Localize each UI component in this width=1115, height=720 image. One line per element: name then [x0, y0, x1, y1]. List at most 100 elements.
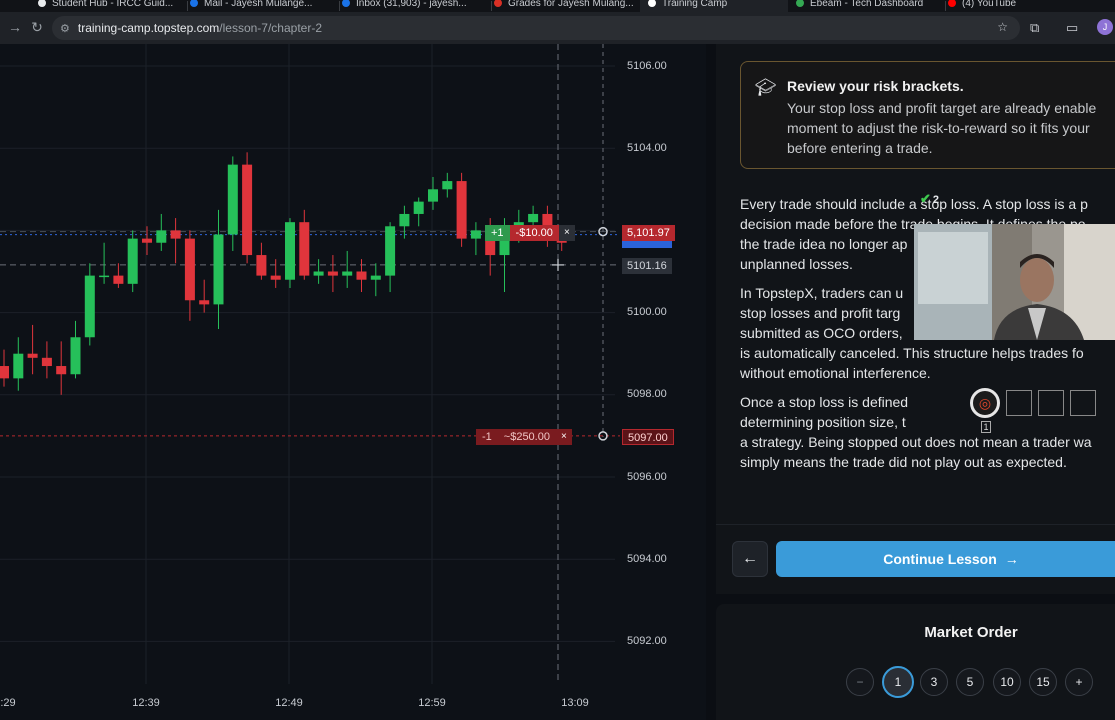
time-tick: 12:39	[132, 697, 160, 709]
tab-favicon-icon	[38, 0, 46, 7]
tab-youtube[interactable]: (4) YouTube	[948, 0, 1068, 12]
decrease-qty-button[interactable]: −	[846, 668, 874, 696]
forward-icon[interactable]: →	[4, 19, 26, 35]
qty-option-10[interactable]: 10	[993, 668, 1021, 696]
address-bar[interactable]: ⚙ training-camp.topstep.com/lesson-7/cha…	[52, 16, 1020, 40]
back-button[interactable]: ←	[732, 541, 768, 577]
candle-body	[356, 271, 367, 280]
candle-body	[142, 238, 152, 243]
chart-canvas[interactable]	[0, 44, 706, 720]
market-order-title: Market Order	[924, 624, 1018, 641]
candle-body	[99, 275, 110, 278]
badge-number: 1	[981, 421, 991, 433]
crosshair-price-label: 5101.16	[622, 258, 672, 274]
bid-price-label	[622, 241, 672, 248]
webcam-overlay	[914, 224, 1115, 340]
graduation-cap-icon: 🎓︎	[755, 78, 777, 97]
badge-slot	[1070, 390, 1096, 416]
price-tick: 5092.00	[627, 635, 667, 647]
qty-option-15[interactable]: 15	[1029, 668, 1057, 696]
candle-body	[256, 255, 267, 276]
candle-body	[370, 275, 381, 280]
profit-target-order[interactable]: +1 -$10.00 ×	[485, 225, 575, 241]
candle-body	[285, 222, 295, 280]
badge-leaf-icon: ✔	[920, 191, 931, 206]
site-info-icon[interactable]: ⚙	[60, 22, 70, 35]
cancel-order-button[interactable]: ×	[558, 225, 575, 241]
arrow-left-icon: ←	[742, 550, 758, 567]
extensions-icon[interactable]: ⧉	[1030, 20, 1039, 36]
candle-body	[299, 222, 310, 276]
qty-option-5[interactable]: 5	[956, 668, 984, 696]
tab-ebeam[interactable]: Ebeam - Tech Dashboard	[796, 0, 946, 12]
candle-body	[213, 234, 224, 305]
qty-option-1[interactable]: 1	[882, 666, 914, 698]
candle-body	[156, 230, 167, 243]
price-tick: 5106.00	[627, 60, 667, 72]
time-tick: 12:59	[418, 697, 446, 709]
candle-body	[84, 275, 95, 338]
profile-avatar[interactable]: J	[1097, 19, 1113, 35]
price-tick: 5096.00	[627, 471, 667, 483]
price-tick: 5104.00	[627, 142, 667, 154]
achievement-badge: ✔ 2	[920, 191, 939, 207]
arrow-right-icon: →	[1004, 551, 1019, 567]
webcam-video	[914, 224, 1115, 340]
tab-grades[interactable]: Grades for Jayesh Mulang...	[494, 0, 644, 12]
achievement-count: 2	[932, 194, 940, 206]
order-pl: -$10.00	[509, 225, 559, 241]
candle-body	[313, 271, 324, 276]
cancel-order-button[interactable]: ×	[555, 429, 572, 445]
increase-qty-button[interactable]: +	[1065, 668, 1093, 696]
tab-favicon-icon	[796, 0, 804, 7]
candle-body	[199, 300, 210, 305]
candle-body	[13, 353, 24, 379]
candle-body	[470, 230, 481, 239]
tab-favicon-icon	[948, 0, 956, 7]
price-chart[interactable]: 5106.00 5104.00 5100.00 5098.00 5096.00 …	[0, 44, 706, 720]
tab-strip: Student Hub - IRCC Guid... Mail - Jayesh…	[0, 0, 1115, 12]
badge-slot	[1038, 390, 1064, 416]
url-path: /lesson-7/chapter-2	[219, 21, 323, 35]
candle-body	[113, 275, 124, 284]
tab-mail[interactable]: Mail - Jayesh Mulange...	[190, 0, 340, 12]
tab-favicon-icon	[342, 0, 350, 7]
bookmark-star-icon[interactable]: ☆	[997, 20, 1008, 34]
tab-training-camp[interactable]: Training Camp	[640, 0, 788, 12]
qty-option-3[interactable]: 3	[920, 668, 948, 696]
candle-body	[227, 164, 238, 235]
callout-title: Review your risk brackets.	[787, 78, 964, 94]
candle-body	[327, 271, 338, 276]
time-tick: 13:09	[561, 697, 589, 709]
risk-bracket-callout: 🎓︎ Review your risk brackets. Your stop …	[740, 61, 1115, 169]
candle-body	[242, 164, 253, 256]
tab-favicon-icon	[494, 0, 502, 7]
continue-lesson-label: Continue Lesson	[883, 551, 997, 567]
candle-body	[342, 271, 353, 276]
continue-lesson-button[interactable]: Continue Lesson →	[776, 541, 1115, 577]
tab-favicon-icon	[648, 0, 656, 7]
reload-icon[interactable]: ↻	[26, 19, 48, 36]
candle-body	[442, 181, 453, 190]
panel-divider[interactable]	[706, 44, 716, 720]
candle-body	[413, 201, 424, 214]
callout-text: Your stop loss and profit target are alr…	[787, 100, 1097, 156]
badge-slot	[1006, 390, 1032, 416]
candle-body	[428, 189, 438, 202]
stop-price-label: 5097.00	[622, 429, 674, 445]
candle-body	[456, 181, 467, 239]
stop-loss-order[interactable]: -1 ~$250.00 ×	[476, 429, 572, 445]
candle-body	[399, 213, 410, 227]
cast-icon[interactable]: ▭	[1066, 20, 1078, 36]
candle-body	[27, 353, 38, 358]
order-qty: +1	[485, 225, 510, 241]
badge-row: ◎	[970, 388, 1096, 418]
order-pl: ~$250.00	[497, 429, 556, 445]
tab-student-hub[interactable]: Student Hub - IRCC Guid...	[38, 0, 188, 12]
market-order-panel: Market Order − 1 3 5 10 15 +	[716, 604, 1115, 720]
candle-body	[270, 275, 281, 280]
tab-inbox[interactable]: Inbox (31,903) - jayesh...	[342, 0, 492, 12]
lesson-navigation: ← Continue Lesson →	[716, 524, 1115, 594]
browser-toolbar: → ↻ ⚙ training-camp.topstep.com/lesson-7…	[0, 12, 1115, 44]
price-tick: 5094.00	[627, 553, 667, 565]
